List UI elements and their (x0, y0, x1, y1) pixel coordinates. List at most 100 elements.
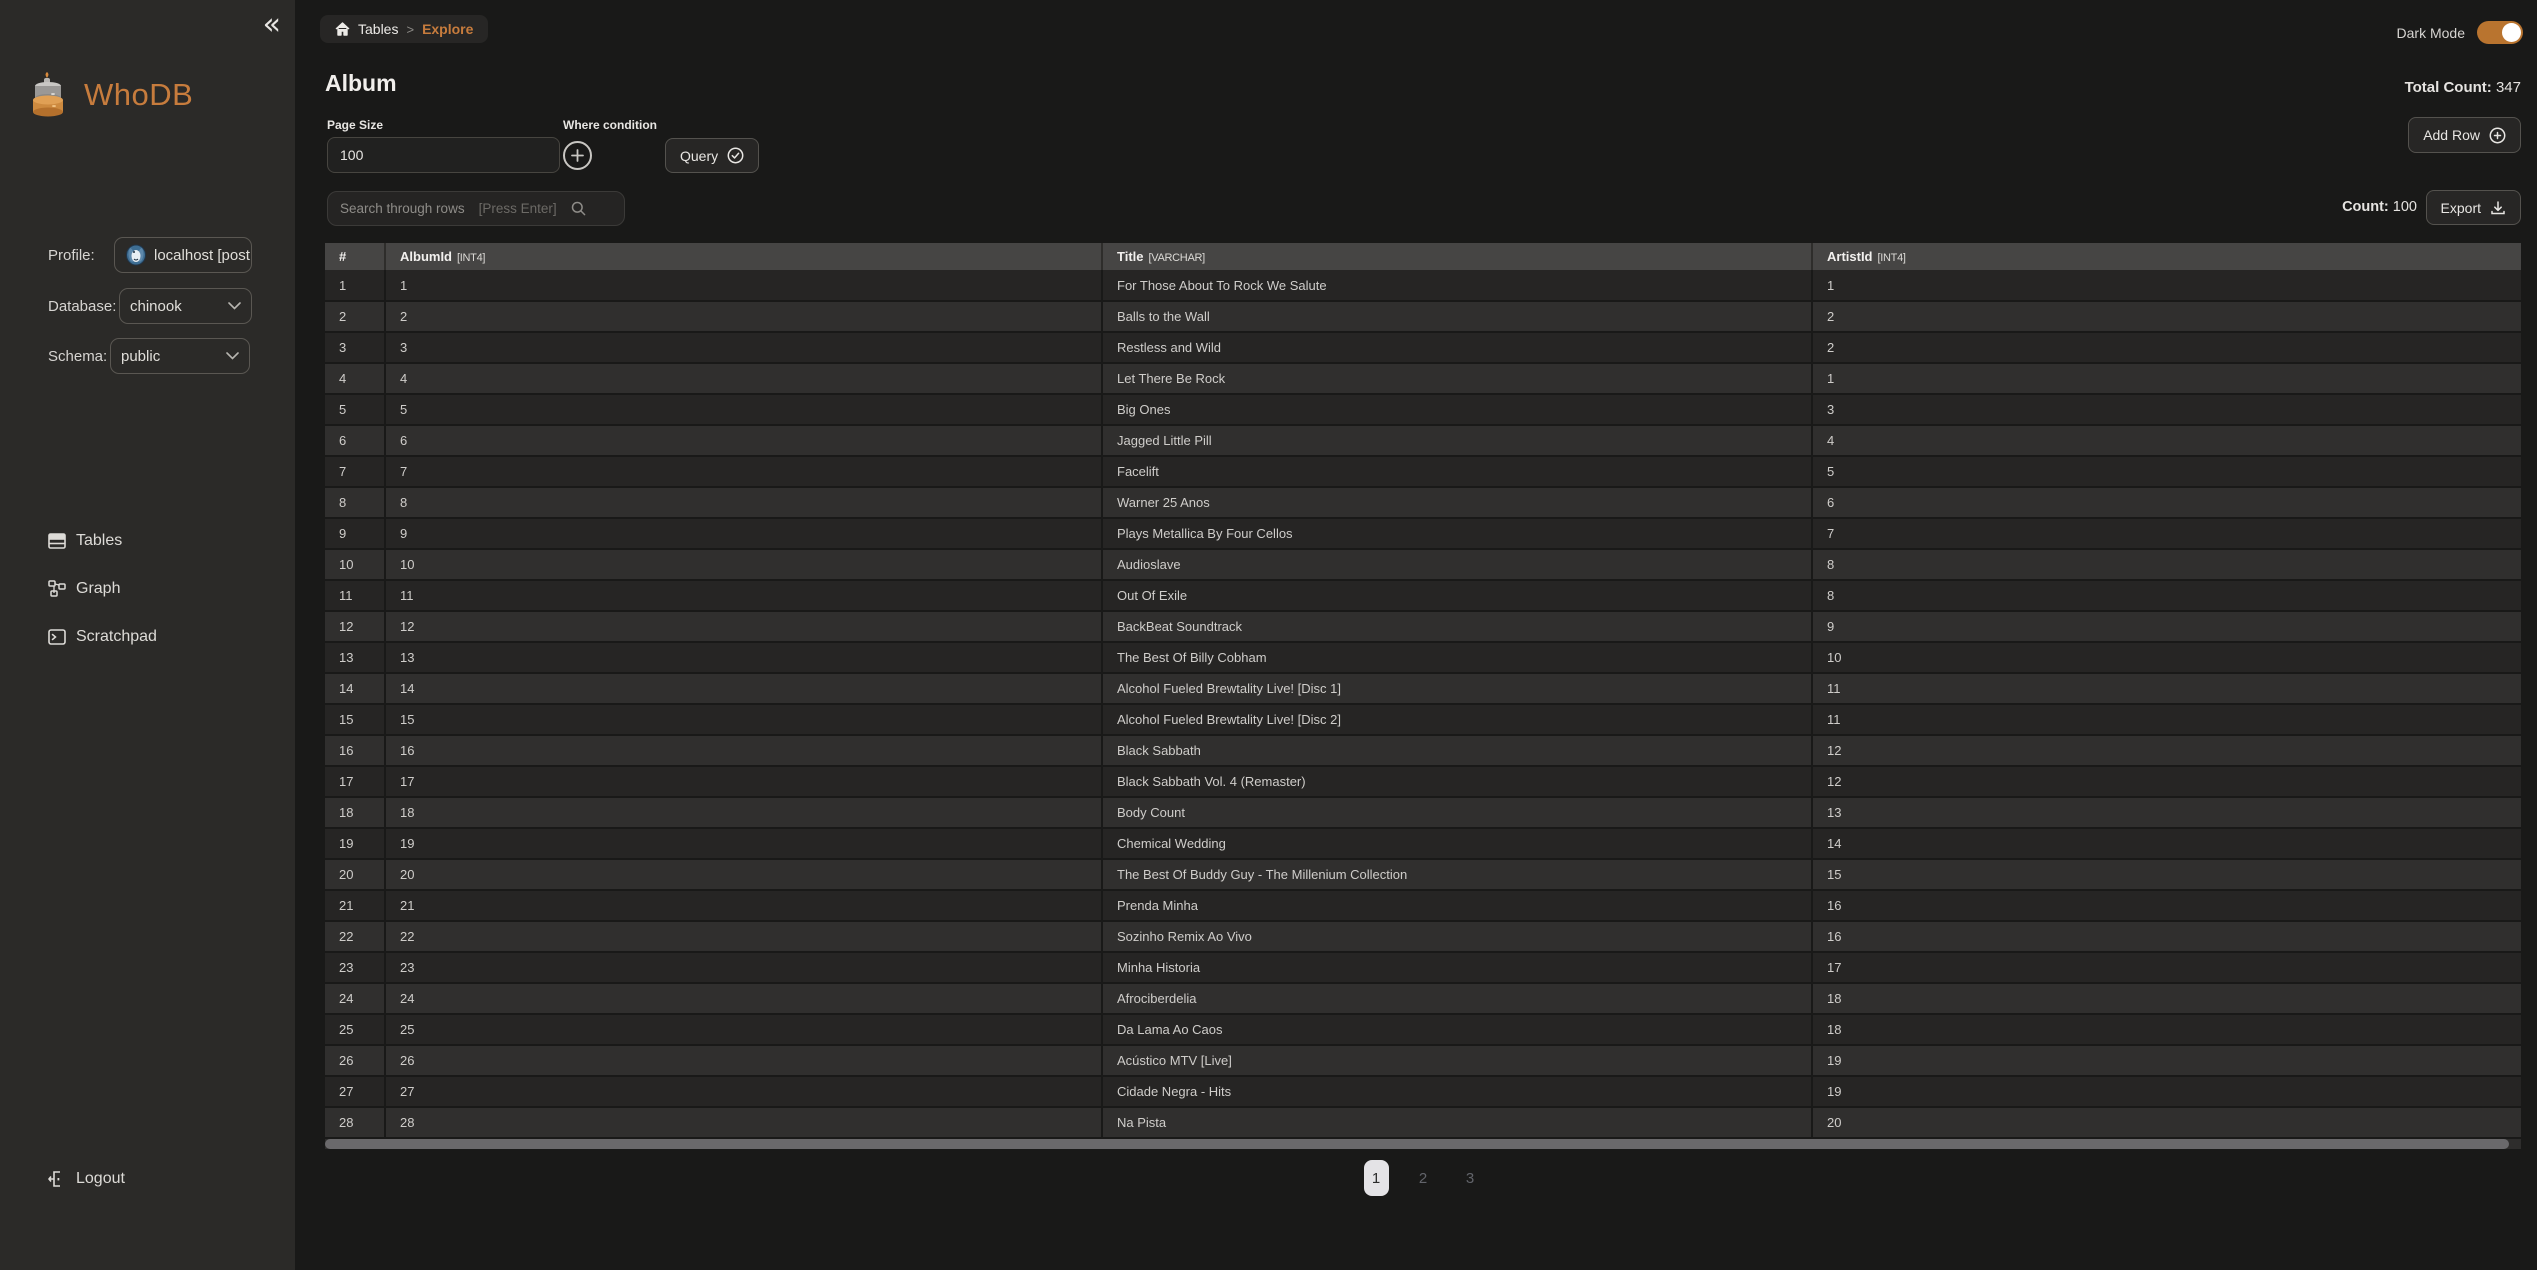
cell-index[interactable]: 21 (325, 890, 385, 921)
scrollbar-thumb[interactable] (325, 1139, 2509, 1149)
cell-albumid[interactable]: 7 (385, 456, 1102, 487)
cell-albumid[interactable]: 22 (385, 921, 1102, 952)
cell-artistid[interactable]: 4 (1812, 425, 2521, 456)
cell-index[interactable]: 12 (325, 611, 385, 642)
cell-title[interactable]: Black Sabbath (1102, 735, 1812, 766)
horizontal-scrollbar[interactable] (325, 1139, 2521, 1149)
home-icon[interactable] (335, 22, 350, 36)
cell-title[interactable]: Sozinho Remix Ao Vivo (1102, 921, 1812, 952)
cell-albumid[interactable]: 11 (385, 580, 1102, 611)
cell-index[interactable]: 5 (325, 394, 385, 425)
cell-albumid[interactable]: 21 (385, 890, 1102, 921)
cell-index[interactable]: 27 (325, 1076, 385, 1107)
cell-artistid[interactable]: 1 (1812, 363, 2521, 394)
cell-index[interactable]: 19 (325, 828, 385, 859)
cell-index[interactable]: 18 (325, 797, 385, 828)
cell-artistid[interactable]: 11 (1812, 704, 2521, 735)
cell-artistid[interactable]: 9 (1812, 611, 2521, 642)
cell-artistid[interactable]: 8 (1812, 580, 2521, 611)
query-button[interactable]: Query (665, 138, 759, 173)
cell-albumid[interactable]: 15 (385, 704, 1102, 735)
sidebar-collapse-button[interactable]: « (263, 10, 281, 40)
cell-artistid[interactable]: 16 (1812, 921, 2521, 952)
cell-albumid[interactable]: 19 (385, 828, 1102, 859)
cell-title[interactable]: Afrociberdelia (1102, 983, 1812, 1014)
cell-artistid[interactable]: 10 (1812, 642, 2521, 673)
cell-title[interactable]: The Best Of Buddy Guy - The Millenium Co… (1102, 859, 1812, 890)
cell-title[interactable]: BackBeat Soundtrack (1102, 611, 1812, 642)
cell-artistid[interactable]: 19 (1812, 1076, 2521, 1107)
profile-select[interactable]: localhost [post (114, 237, 252, 273)
sidebar-item-scratchpad[interactable]: Scratchpad (48, 628, 157, 646)
cell-albumid[interactable]: 27 (385, 1076, 1102, 1107)
cell-title[interactable]: Warner 25 Anos (1102, 487, 1812, 518)
breadcrumb-item-tables[interactable]: Tables (358, 21, 398, 37)
cell-index[interactable]: 14 (325, 673, 385, 704)
cell-index[interactable]: 23 (325, 952, 385, 983)
cell-albumid[interactable]: 25 (385, 1014, 1102, 1045)
cell-index[interactable]: 17 (325, 766, 385, 797)
cell-index[interactable]: 16 (325, 735, 385, 766)
cell-artistid[interactable]: 3 (1812, 394, 2521, 425)
cell-artistid[interactable]: 6 (1812, 487, 2521, 518)
cell-albumid[interactable]: 24 (385, 983, 1102, 1014)
cell-title[interactable]: Facelift (1102, 456, 1812, 487)
cell-index[interactable]: 7 (325, 456, 385, 487)
cell-title[interactable]: Alcohol Fueled Brewtality Live! [Disc 2] (1102, 704, 1812, 735)
cell-index[interactable]: 26 (325, 1045, 385, 1076)
cell-albumid[interactable]: 8 (385, 487, 1102, 518)
cell-title[interactable]: For Those About To Rock We Salute (1102, 270, 1812, 301)
cell-artistid[interactable]: 7 (1812, 518, 2521, 549)
cell-albumid[interactable]: 18 (385, 797, 1102, 828)
page-button-2[interactable]: 2 (1411, 1160, 1436, 1196)
cell-title[interactable]: Plays Metallica By Four Cellos (1102, 518, 1812, 549)
cell-index[interactable]: 2 (325, 301, 385, 332)
page-button-1[interactable]: 1 (1364, 1160, 1389, 1196)
cell-artistid[interactable]: 12 (1812, 735, 2521, 766)
page-size-input[interactable] (327, 137, 560, 173)
cell-index[interactable]: 3 (325, 332, 385, 363)
cell-artistid[interactable]: 11 (1812, 673, 2521, 704)
cell-title[interactable]: The Best Of Billy Cobham (1102, 642, 1812, 673)
page-button-3[interactable]: 3 (1458, 1160, 1483, 1196)
cell-albumid[interactable]: 13 (385, 642, 1102, 673)
cell-index[interactable]: 1 (325, 270, 385, 301)
cell-index[interactable]: 6 (325, 425, 385, 456)
cell-artistid[interactable]: 8 (1812, 549, 2521, 580)
cell-index[interactable]: 11 (325, 580, 385, 611)
cell-index[interactable]: 13 (325, 642, 385, 673)
cell-title[interactable]: Big Ones (1102, 394, 1812, 425)
cell-title[interactable]: Acústico MTV [Live] (1102, 1045, 1812, 1076)
add-row-button[interactable]: Add Row (2408, 117, 2521, 153)
cell-index[interactable]: 15 (325, 704, 385, 735)
cell-artistid[interactable]: 18 (1812, 1014, 2521, 1045)
cell-artistid[interactable]: 18 (1812, 983, 2521, 1014)
schema-select[interactable]: public (110, 338, 250, 374)
cell-albumid[interactable]: 12 (385, 611, 1102, 642)
cell-title[interactable]: Da Lama Ao Caos (1102, 1014, 1812, 1045)
breadcrumb-item-explore[interactable]: Explore (422, 21, 473, 37)
dark-mode-toggle[interactable] (2477, 21, 2523, 44)
cell-artistid[interactable]: 16 (1812, 890, 2521, 921)
column-header-albumid[interactable]: AlbumId[INT4] (385, 243, 1102, 270)
cell-title[interactable]: Chemical Wedding (1102, 828, 1812, 859)
column-header-title[interactable]: Title[VARCHAR] (1102, 243, 1812, 270)
cell-artistid[interactable]: 2 (1812, 301, 2521, 332)
cell-index[interactable]: 8 (325, 487, 385, 518)
cell-title[interactable]: Black Sabbath Vol. 4 (Remaster) (1102, 766, 1812, 797)
column-header-index[interactable]: # (325, 243, 385, 270)
cell-index[interactable]: 28 (325, 1107, 385, 1138)
logout-button[interactable]: Logout (48, 1170, 125, 1188)
cell-albumid[interactable]: 5 (385, 394, 1102, 425)
cell-title[interactable]: Out Of Exile (1102, 580, 1812, 611)
cell-artistid[interactable]: 2 (1812, 332, 2521, 363)
cell-index[interactable]: 4 (325, 363, 385, 394)
cell-albumid[interactable]: 1 (385, 270, 1102, 301)
add-where-condition-button[interactable] (563, 141, 592, 170)
cell-artistid[interactable]: 17 (1812, 952, 2521, 983)
cell-albumid[interactable]: 23 (385, 952, 1102, 983)
cell-index[interactable]: 10 (325, 549, 385, 580)
cell-albumid[interactable]: 6 (385, 425, 1102, 456)
cell-title[interactable]: Minha Historia (1102, 952, 1812, 983)
cell-artistid[interactable]: 15 (1812, 859, 2521, 890)
